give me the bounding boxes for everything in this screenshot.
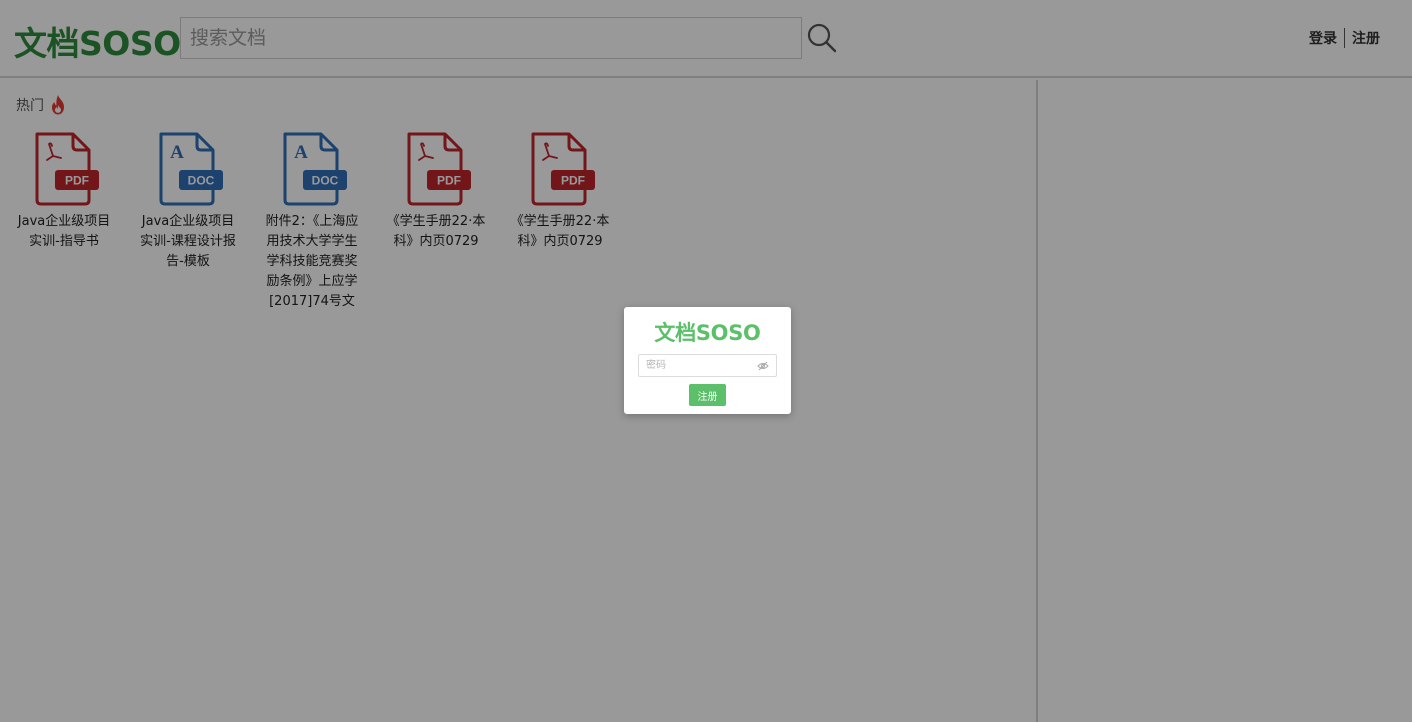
register-submit-button[interactable]: 注册 xyxy=(689,384,726,406)
register-dialog: 文档SOSO 注册 xyxy=(624,307,791,414)
eye-off-icon[interactable] xyxy=(757,360,769,372)
dialog-logo: 文档SOSO xyxy=(654,321,761,345)
